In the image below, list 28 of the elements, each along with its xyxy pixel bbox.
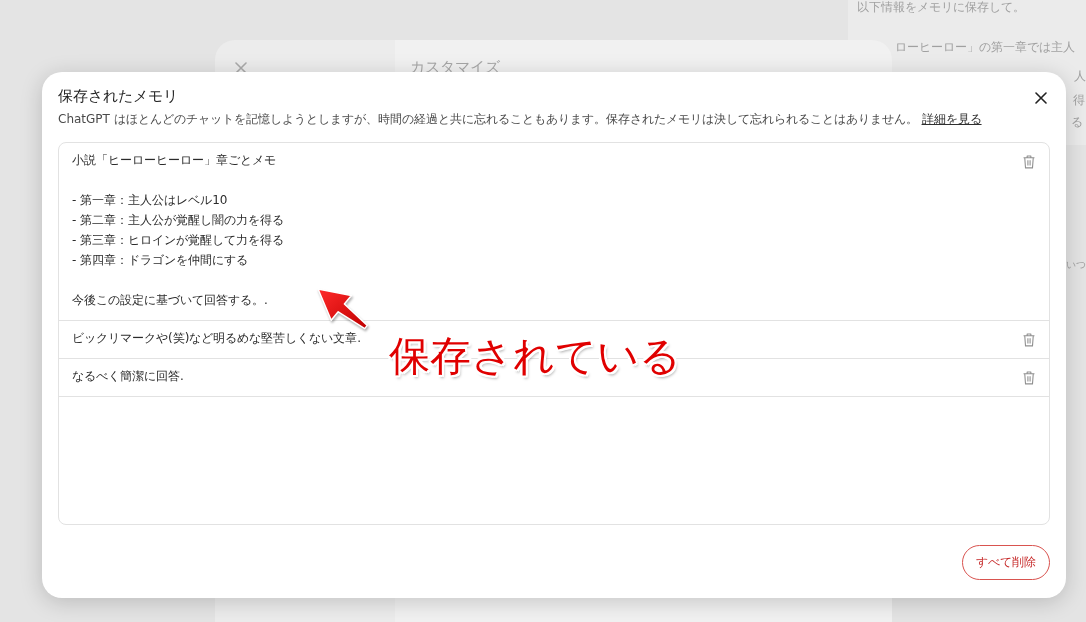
trash-icon: [1023, 155, 1035, 169]
delete-all-button[interactable]: すべて削除: [962, 545, 1050, 580]
dialog-title: 保存されたメモリ: [58, 86, 178, 107]
memory-text: 小説「ヒーローヒーロー」章ごとメモ: [72, 152, 276, 169]
annotation-text: 保存されている: [389, 331, 681, 381]
message-text: 得: [1073, 93, 1085, 107]
trash-icon: [1023, 333, 1035, 347]
close-button[interactable]: [1035, 92, 1047, 104]
memory-text: - 第一章：主人公はレベル10: [72, 192, 228, 209]
memory-text: なるべく簡潔に回答.: [72, 368, 184, 385]
delete-button[interactable]: [1023, 333, 1035, 347]
memory-text: - 第二章：主人公が覚醒し闇の力を得る: [72, 212, 285, 229]
memory-text: - 第四章：ドラゴンを仲間にする: [72, 252, 249, 269]
message-text: 人: [1074, 69, 1086, 83]
trash-icon: [1023, 371, 1035, 385]
delete-button[interactable]: [1023, 155, 1035, 169]
message-text: る: [1071, 115, 1083, 129]
message-text: ローヒーロー」の第一章では主人: [895, 40, 1075, 54]
annotation-arrow: [317, 288, 369, 330]
memory-text: - 第三章：ヒロインが覚醒して力を得る: [72, 232, 285, 249]
message-text: 以下情報をメモリに保存して。: [857, 0, 1025, 14]
learn-more-link[interactable]: 詳細を見る: [921, 112, 982, 126]
memory-text: 今後この設定に基づいて回答する。.: [72, 292, 268, 309]
close-icon: [1035, 92, 1047, 104]
close-icon: [235, 62, 247, 74]
memory-text: ビックリマークや(笑)など明るめな堅苦しくない文章.: [72, 330, 362, 347]
delete-button[interactable]: [1023, 371, 1035, 385]
description-text: ChatGPT はほとんどのチャットを記憶しようとしますが、時間の経過と共に忘れることもあります。保存されたメモリは決して忘れられることはありません。 詳細を見る: [58, 112, 983, 127]
